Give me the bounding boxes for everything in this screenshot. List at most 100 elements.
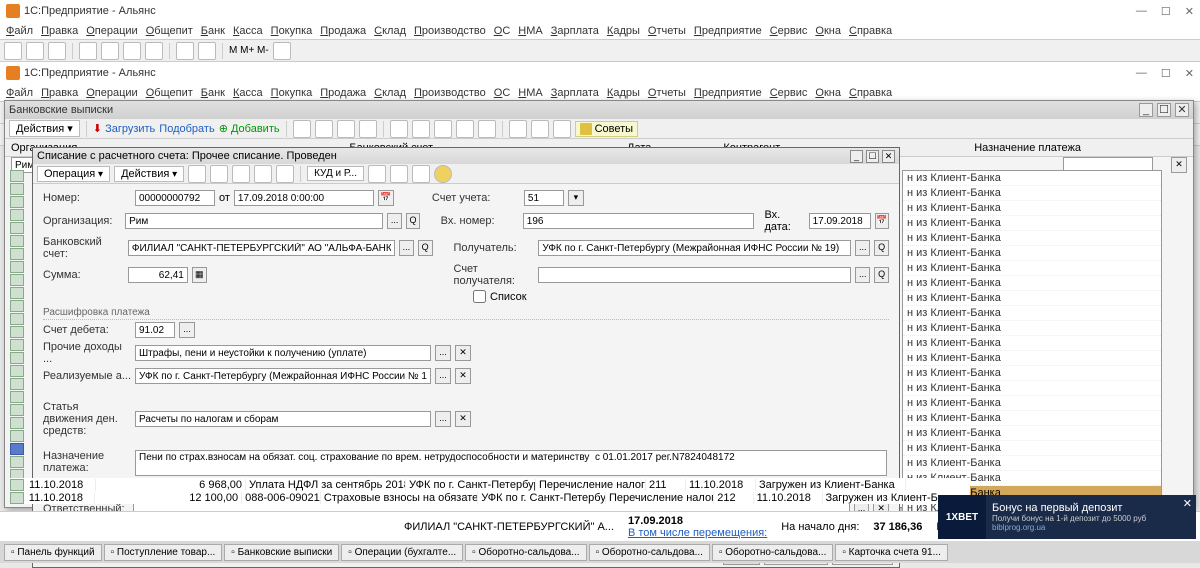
tool-btn[interactable] (390, 120, 408, 138)
operation-dropdown[interactable]: Операция ▾ (37, 166, 110, 182)
movements-link[interactable]: В том числе перемещения: (628, 527, 767, 539)
menu-item[interactable]: Отчеты (648, 25, 686, 37)
menu-item[interactable]: Зарплата (551, 87, 599, 99)
row-icon[interactable] (10, 209, 24, 221)
tool-btn[interactable] (79, 42, 97, 60)
row-icon[interactable] (10, 170, 24, 182)
taskbar-item[interactable]: ▫ Поступление товар... (104, 544, 223, 561)
calendar-icon[interactable]: 📅 (378, 190, 394, 206)
tool-btn[interactable] (210, 165, 228, 183)
tool-btn[interactable] (531, 120, 549, 138)
tool-btn[interactable] (553, 120, 571, 138)
menu-item[interactable]: Покупка (271, 25, 313, 37)
kud-button[interactable]: КУД и Р... (307, 166, 364, 181)
tool-btn[interactable] (434, 120, 452, 138)
close-button[interactable]: ✕ (1185, 5, 1194, 18)
in-date-field[interactable] (809, 213, 871, 229)
calc-icon[interactable]: ▦ (192, 267, 207, 283)
taskbar-item[interactable]: ▫ Операции (бухгалте... (341, 544, 463, 561)
menu-item[interactable]: Касса (233, 25, 263, 37)
calendar-icon[interactable]: 📅 (875, 213, 889, 229)
in-number-field[interactable] (523, 213, 755, 229)
list-item[interactable]: н из Клиент-Банка (903, 186, 1161, 201)
menu-item[interactable]: Банк (201, 25, 225, 37)
select-icon[interactable]: ... (387, 213, 401, 229)
tool-btn[interactable] (254, 165, 272, 183)
list-item[interactable]: н из Клиент-Банка (903, 411, 1161, 426)
menu-item[interactable]: НМА (518, 25, 542, 37)
tool-btn[interactable] (359, 120, 377, 138)
menu-item[interactable]: Окна (815, 87, 841, 99)
ad-banner[interactable]: 1XBET Бонус на первый депозит Получи бон… (986, 495, 1196, 539)
list-item[interactable]: н из Клиент-Банка (903, 366, 1161, 381)
menu-item[interactable]: Общепит (146, 25, 193, 37)
select-icon[interactable]: ... (179, 322, 195, 338)
tool-btn[interactable] (198, 42, 216, 60)
list-checkbox[interactable] (473, 290, 486, 303)
taskbar-item[interactable]: ▫ Карточка счета 91... (835, 544, 948, 561)
taskbar-item[interactable]: ▫ Оборотно-сальдова... (589, 544, 710, 561)
table-row[interactable]: 11.10.2018 12 100,00 088-006-090211 Стра… (10, 491, 970, 504)
tool-btn[interactable] (390, 165, 408, 183)
list-item[interactable]: н из Клиент-Банка (903, 171, 1161, 186)
menu-item[interactable]: Касса (233, 87, 263, 99)
tool-btn[interactable] (478, 120, 496, 138)
row-icon[interactable] (10, 430, 24, 442)
taskbar-item[interactable]: ▫ Оборотно-сальдова... (712, 544, 833, 561)
list-item[interactable]: н из Клиент-Банка (903, 321, 1161, 336)
row-icon[interactable] (10, 417, 24, 429)
tool-btn[interactable] (176, 42, 194, 60)
max-icon[interactable]: ☐ (866, 150, 879, 163)
list-item[interactable]: н из Клиент-Банка (903, 381, 1161, 396)
help-icon[interactable] (434, 165, 452, 183)
open-icon[interactable]: Q (874, 240, 889, 256)
list-item[interactable]: н из Клиент-Банка (903, 336, 1161, 351)
maximize-button[interactable]: ☐ (1161, 67, 1171, 80)
tool-btn[interactable] (337, 120, 355, 138)
row-icon[interactable] (10, 222, 24, 234)
taskbar-item[interactable]: ▫ Банковские выписки (224, 544, 339, 561)
select-icon[interactable]: ... (435, 368, 451, 384)
open-icon[interactable]: Q (418, 240, 433, 256)
debit-account-field[interactable] (135, 322, 175, 338)
tool-btn[interactable] (315, 120, 333, 138)
close-icon[interactable]: ✕ (1175, 103, 1189, 117)
list-item[interactable]: н из Клиент-Банка (903, 216, 1161, 231)
row-icon[interactable] (10, 313, 24, 325)
menu-item[interactable]: НМА (518, 87, 542, 99)
row-icon[interactable] (10, 339, 24, 351)
tool-btn[interactable] (123, 42, 141, 60)
list-item[interactable]: н из Клиент-Банка (903, 396, 1161, 411)
row-icon[interactable] (10, 404, 24, 416)
select-button[interactable]: Подобрать (159, 123, 214, 135)
add-button[interactable]: ⊕ Добавить (219, 122, 280, 135)
select-icon[interactable]: ... (435, 345, 451, 361)
org-field[interactable] (125, 213, 383, 229)
menu-item[interactable]: Предприятие (694, 87, 762, 99)
ad-close-icon[interactable]: ✕ (1183, 497, 1192, 510)
maximize-button[interactable]: ☐ (1161, 5, 1171, 18)
menu-item[interactable]: Правка (41, 87, 78, 99)
purpose-field[interactable]: Пени по страх.взносам на обязат. соц. ст… (135, 450, 887, 476)
receiver-account-field[interactable] (538, 267, 851, 283)
tool-btn[interactable] (293, 120, 311, 138)
min-icon[interactable]: _ (850, 150, 863, 163)
list-item[interactable]: н из Клиент-Банка (903, 306, 1161, 321)
movement-article-field[interactable] (135, 411, 431, 427)
menu-item[interactable]: ОС (494, 87, 511, 99)
menu-item[interactable]: Сервис (770, 25, 808, 37)
menu-item[interactable]: Банк (201, 87, 225, 99)
number-field[interactable] (135, 190, 215, 206)
taskbar-item[interactable]: ▫ Оборотно-сальдова... (465, 544, 586, 561)
actions-dropdown[interactable]: Действия ▾ (9, 120, 80, 137)
tool-btn[interactable] (4, 42, 22, 60)
tool-btn[interactable] (48, 42, 66, 60)
list-item[interactable]: н из Клиент-Банка (903, 261, 1161, 276)
close-button[interactable]: ✕ (1185, 67, 1194, 80)
minimize-button[interactable]: — (1136, 67, 1147, 80)
menu-item[interactable]: Склад (374, 87, 406, 99)
actions-dropdown[interactable]: Действия ▾ (114, 166, 184, 182)
row-icon[interactable] (10, 235, 24, 247)
menu-item[interactable]: Зарплата (551, 25, 599, 37)
tool-btn[interactable] (273, 42, 291, 60)
